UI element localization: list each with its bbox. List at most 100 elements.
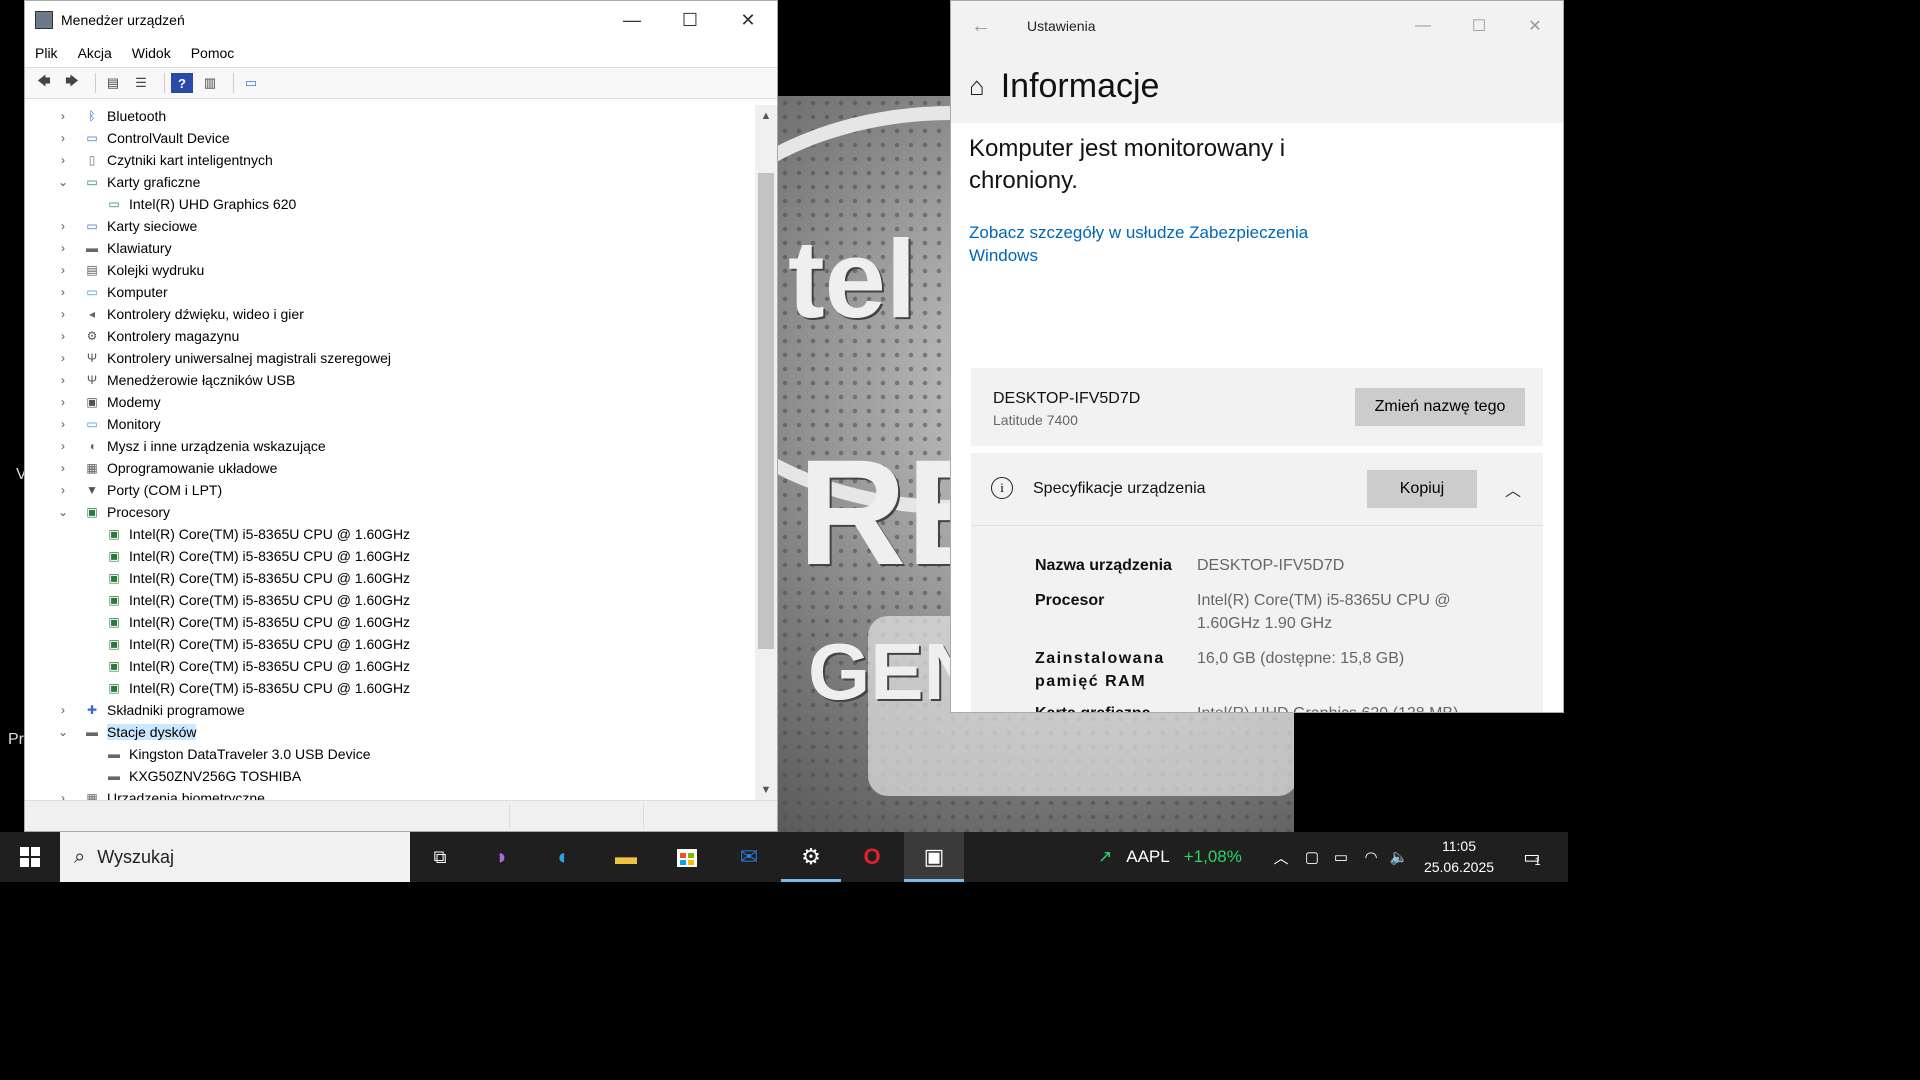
chevron-up-icon[interactable]: ︿ — [1270, 832, 1292, 882]
tree-category-item[interactable]: › ✚ Składniki programowe — [25, 699, 755, 721]
forward-arrow-icon[interactable]: 🡆 — [61, 73, 83, 93]
edge-browser-icon[interactable]: ◐ — [534, 832, 594, 882]
chevron-right-icon[interactable]: › — [55, 483, 71, 497]
copy-button[interactable]: Kopiuj — [1367, 470, 1477, 508]
tree-category-item[interactable]: ⌄ ▭ Karty graficzne — [25, 171, 755, 193]
chevron-right-icon[interactable]: › — [55, 131, 71, 145]
task-view-icon[interactable]: ⧉ — [410, 832, 470, 882]
security-details-link[interactable]: Zobacz szczegóły w usłudze Zabezpieczeni… — [969, 221, 1329, 267]
tree-category-item[interactable]: › ▭ Komputer — [25, 281, 755, 303]
tree-category-item[interactable]: ⌄ ▣ Procesory — [25, 501, 755, 523]
back-arrow-icon[interactable]: ← — [951, 15, 1011, 38]
chevron-right-icon[interactable]: › — [55, 417, 71, 431]
settings-titlebar[interactable]: ← Ustawienia — ☐ ✕ — [951, 1, 1563, 51]
tree-category-item[interactable]: › Ψ Kontrolery uniwersalnej magistrali sze… — [25, 347, 755, 369]
maximize-button[interactable]: ☐ — [661, 1, 719, 39]
chevron-right-icon[interactable]: › — [55, 307, 71, 321]
stock-widget[interactable]: ↗ AAPL +1,08% — [1098, 832, 1242, 882]
chevron-right-icon[interactable]: › — [55, 153, 71, 167]
tree-device-item[interactable]: ▣ Intel(R) Core(TM) i5-8365U CPU @ 1.60GH… — [25, 611, 755, 633]
tree-device-item[interactable]: ▭ Intel(R) UHD Graphics 620 — [25, 193, 755, 215]
chevron-right-icon[interactable]: › — [55, 219, 71, 233]
tree-category-item[interactable]: › ⚙ Kontrolery magazynu — [25, 325, 755, 347]
tree-category-item[interactable]: › ◂ Kontrolery dźwięku, wideo i gier — [25, 303, 755, 325]
tree-device-item[interactable]: ▣ Intel(R) Core(TM) i5-8365U CPU @ 1.60GH… — [25, 567, 755, 589]
tree-category-item[interactable]: › ᛒ Bluetooth — [25, 105, 755, 127]
tree-device-item[interactable]: ▣ Intel(R) Core(TM) i5-8365U CPU @ 1.60GH… — [25, 589, 755, 611]
tree-category-item[interactable]: › ▭ ControlVault Device — [25, 127, 755, 149]
device-manager-taskbar-icon[interactable]: ▣ — [904, 832, 964, 882]
tree-category-item[interactable]: › ◖ Mysz i inne urządzenia wskazujące — [25, 435, 755, 457]
tree-device-item[interactable]: ▣ Intel(R) Core(TM) i5-8365U CPU @ 1.60GH… — [25, 545, 755, 567]
tree-category-item[interactable]: › ▭ Karty sieciowe — [25, 215, 755, 237]
device-manager-titlebar[interactable]: Menedżer urządzeń — ☐ ✕ — [25, 1, 777, 39]
scroll-up-icon[interactable]: ▲ — [755, 105, 777, 127]
volume-icon[interactable]: 🔈 — [1386, 832, 1412, 882]
tree-category-item[interactable]: › ▼ Porty (COM i LPT) — [25, 479, 755, 501]
minimize-button[interactable]: — — [603, 1, 661, 39]
meet-now-icon[interactable]: ▢ — [1300, 832, 1324, 882]
file-explorer-icon[interactable]: ▬ — [596, 832, 656, 882]
chevron-right-icon[interactable]: › — [55, 703, 71, 717]
close-button[interactable]: ✕ — [719, 1, 777, 39]
tree-category-item[interactable]: › ▭ Monitory — [25, 413, 755, 435]
tree-category-item[interactable]: › ▬ Klawiatury — [25, 237, 755, 259]
help-icon[interactable]: ? — [171, 73, 193, 93]
tree-device-item[interactable]: ▬ Kingston DataTraveler 3.0 USB Device — [25, 743, 755, 765]
device-manager-window[interactable]: Menedżer urządzeń — ☐ ✕ Plik Akcja Widok… — [24, 0, 778, 832]
wifi-icon[interactable]: ◠ — [1358, 832, 1384, 882]
chevron-right-icon[interactable]: › — [55, 373, 71, 387]
settings-window[interactable]: ← Ustawienia — ☐ ✕ ⌂ Informacje Komputer… — [950, 0, 1564, 713]
properties-icon[interactable]: ☰ — [130, 73, 152, 93]
menu-view[interactable]: Widok — [132, 45, 171, 61]
tree-category-item[interactable]: › ▦ Oprogramowanie układowe — [25, 457, 755, 479]
start-button[interactable] — [0, 832, 60, 882]
vertical-scrollbar[interactable]: ▲ ▼ — [755, 105, 777, 801]
tree-category-item[interactable]: › ▤ Kolejki wydruku — [25, 259, 755, 281]
battery-icon[interactable]: ▭ — [1328, 832, 1354, 882]
notification-center-icon[interactable]: ▭ 1 — [1512, 832, 1552, 882]
menu-action[interactable]: Akcja — [78, 45, 112, 61]
taskbar-search-box[interactable]: ⌕ Wyszukaj — [60, 832, 410, 882]
copilot-icon[interactable]: ◗ — [472, 832, 532, 882]
maximize-button[interactable]: ☐ — [1451, 7, 1507, 45]
tree-device-item[interactable]: ▬ KXG50ZNV256G TOSHIBA — [25, 765, 755, 787]
close-button[interactable]: ✕ — [1507, 7, 1563, 45]
scroll-down-icon[interactable]: ▼ — [755, 779, 777, 801]
device-specs-header[interactable]: i Specyfikacje urządzenia Kopiuj ︿ — [971, 453, 1543, 523]
home-icon[interactable]: ⌂ — [969, 71, 985, 102]
tree-device-item[interactable]: ▣ Intel(R) Core(TM) i5-8365U CPU @ 1.60GH… — [25, 677, 755, 699]
microsoft-store-icon[interactable] — [657, 832, 717, 882]
tree-device-item[interactable]: ▣ Intel(R) Core(TM) i5-8365U CPU @ 1.60GH… — [25, 655, 755, 677]
opera-browser-icon[interactable]: O — [842, 832, 902, 882]
chevron-right-icon[interactable]: › — [55, 461, 71, 475]
scan-hardware-icon[interactable]: ▭ — [240, 73, 262, 93]
chevron-up-icon[interactable]: ︿ — [1505, 477, 1521, 501]
settings-gear-icon[interactable]: ⚙ — [781, 832, 841, 882]
chevron-down-icon[interactable]: ⌄ — [55, 175, 71, 189]
chevron-right-icon[interactable]: › — [55, 285, 71, 299]
chevron-right-icon[interactable]: › — [55, 439, 71, 453]
outlook-icon[interactable]: ✉ — [719, 832, 779, 882]
tree-category-item[interactable]: › ▯ Czytniki kart inteligentnych — [25, 149, 755, 171]
chevron-right-icon[interactable]: › — [55, 263, 71, 277]
action-pane-icon[interactable]: ▥ — [199, 73, 221, 93]
menu-file[interactable]: Plik — [35, 45, 58, 61]
tree-category-item[interactable]: › Ψ Menedżerowie łączników USB — [25, 369, 755, 391]
chevron-right-icon[interactable]: › — [55, 109, 71, 123]
back-arrow-icon[interactable]: 🡄 — [33, 73, 55, 93]
rename-pc-button[interactable]: Zmień nazwę tego — [1355, 388, 1525, 426]
tree-category-item[interactable]: › ▦ Urządzenia biometryczne — [25, 787, 755, 801]
chevron-right-icon[interactable]: › — [55, 241, 71, 255]
taskbar-clock[interactable]: 11:05 25.06.2025 — [1412, 836, 1506, 878]
chevron-down-icon[interactable]: ⌄ — [55, 505, 71, 519]
chevron-down-icon[interactable]: ⌄ — [55, 725, 71, 739]
show-hide-console-tree-icon[interactable]: ▤ — [102, 73, 124, 93]
device-tree[interactable]: › ᛒ Bluetooth › ▭ ControlVault Device › ▯ Czytni… — [25, 105, 755, 801]
tree-device-item[interactable]: ▣ Intel(R) Core(TM) i5-8365U CPU @ 1.60GH… — [25, 633, 755, 655]
menu-help[interactable]: Pomoc — [191, 45, 235, 61]
tree-category-item[interactable]: › ▣ Modemy — [25, 391, 755, 413]
tree-device-item[interactable]: ▣ Intel(R) Core(TM) i5-8365U CPU @ 1.60GH… — [25, 523, 755, 545]
chevron-right-icon[interactable]: › — [55, 329, 71, 343]
chevron-right-icon[interactable]: › — [55, 395, 71, 409]
